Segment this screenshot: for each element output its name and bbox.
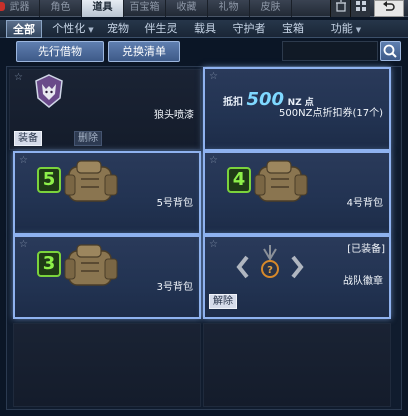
category-personalization[interactable]: 个性化 ▼ <box>46 20 100 38</box>
empty-slot <box>203 323 391 407</box>
category-pets[interactable]: 宠物 <box>102 20 134 38</box>
category-bar: 全部 个性化 ▼ 宠物 伴生灵 载具 守护者 宝箱 功能 ▼ <box>0 20 408 38</box>
category-label: 宝箱 <box>282 22 304 35</box>
item-name: 战队徽章 <box>343 276 383 287</box>
item-card[interactable]: ☆ 3 3号背包 <box>13 235 201 319</box>
item-card[interactable]: ☆ 狼头喷漆 装备 删除 <box>9 69 201 150</box>
item-card[interactable]: ☆ 抵扣 500 NZ 点 500NZ点折扣券(17个) <box>203 67 391 151</box>
backpack-icon <box>64 244 118 286</box>
tab-treasure-box[interactable]: 百宝箱 <box>124 0 166 17</box>
search-button[interactable] <box>380 41 401 61</box>
item-name: 4号背包 <box>346 198 383 209</box>
favorite-star-icon[interactable]: ☆ <box>19 155 28 166</box>
search-icon <box>383 44 397 58</box>
team-badge-icon: ? <box>236 245 304 279</box>
empty-slot <box>13 323 201 407</box>
coupon-prefix: 抵扣 <box>223 97 243 108</box>
equip-button[interactable]: 装备 <box>14 131 42 146</box>
tab-gifts[interactable]: 礼物 <box>208 0 250 17</box>
item-name: 5号背包 <box>156 198 193 209</box>
equipped-tag: [已装备] <box>347 244 385 255</box>
svg-text:?: ? <box>267 265 273 276</box>
category-label: 个性化 <box>52 22 86 35</box>
favorite-star-icon[interactable]: ☆ <box>14 72 23 83</box>
item-name: 500NZ点折扣券(17个) <box>279 108 383 119</box>
tab-collection[interactable]: 收藏 <box>166 0 208 17</box>
undo-icon[interactable] <box>374 0 404 17</box>
item-name: 3号背包 <box>156 282 193 293</box>
level-badge: 4 <box>227 167 251 193</box>
category-chests[interactable]: 宝箱 <box>278 20 308 38</box>
grid-view-icon[interactable] <box>350 0 370 17</box>
borrow-first-button[interactable]: 先行借物 <box>16 41 104 62</box>
item-card[interactable]: ☆ [已装备] ? 战队徽章 解除 <box>203 235 391 319</box>
unequip-button[interactable]: 解除 <box>209 294 237 309</box>
category-label: 全部 <box>13 23 35 36</box>
tab-skins[interactable]: 皮肤 <box>250 0 292 17</box>
backpack-icon <box>254 160 308 202</box>
top-tab-bar: 武器 角色 道具 百宝箱 收藏 礼物 皮肤 <box>0 0 408 17</box>
item-card[interactable]: ☆ 5 5号背包 <box>13 151 201 235</box>
category-label: 载具 <box>194 22 216 35</box>
category-label: 宠物 <box>107 22 129 35</box>
level-badge: 3 <box>37 251 61 277</box>
category-functions[interactable]: 功能 ▼ <box>322 20 370 38</box>
tab-items[interactable]: 道具 <box>82 0 124 17</box>
item-name: 狼头喷漆 <box>154 110 194 121</box>
chevron-down-icon: ▼ <box>88 26 94 34</box>
chevron-down-icon: ▼ <box>355 26 362 34</box>
exchange-list-button[interactable]: 兑换清单 <box>108 41 180 62</box>
category-label: 功能 <box>330 22 353 35</box>
favorite-star-icon[interactable]: ☆ <box>209 71 218 82</box>
category-label: 伴生灵 <box>144 22 178 35</box>
favorite-star-icon[interactable]: ☆ <box>209 239 218 250</box>
favorite-star-icon[interactable]: ☆ <box>209 155 218 166</box>
tab-characters[interactable]: 角色 <box>40 0 82 17</box>
category-vehicles[interactable]: 载具 <box>190 20 220 38</box>
category-companion[interactable]: 伴生灵 <box>140 20 182 38</box>
category-all[interactable]: 全部 <box>6 20 42 38</box>
item-card[interactable]: ☆ 4 4号背包 <box>203 151 391 235</box>
favorite-star-icon[interactable]: ☆ <box>19 239 28 250</box>
category-guardians[interactable]: 守护者 <box>228 20 270 38</box>
search-input[interactable] <box>282 41 378 61</box>
level-badge: 5 <box>37 167 61 193</box>
backpack-icon <box>64 160 118 202</box>
wolf-emblem-icon <box>35 74 63 108</box>
tab-weapons[interactable]: 武器 <box>0 0 40 17</box>
category-label: 守护者 <box>232 22 266 35</box>
delete-button[interactable]: 删除 <box>74 131 102 146</box>
trash-icon[interactable] <box>330 0 350 17</box>
item-grid: ☆ 狼头喷漆 装备 删除 ☆ 抵扣 500 NZ 点 500NZ点折扣券(17个… <box>6 66 402 410</box>
